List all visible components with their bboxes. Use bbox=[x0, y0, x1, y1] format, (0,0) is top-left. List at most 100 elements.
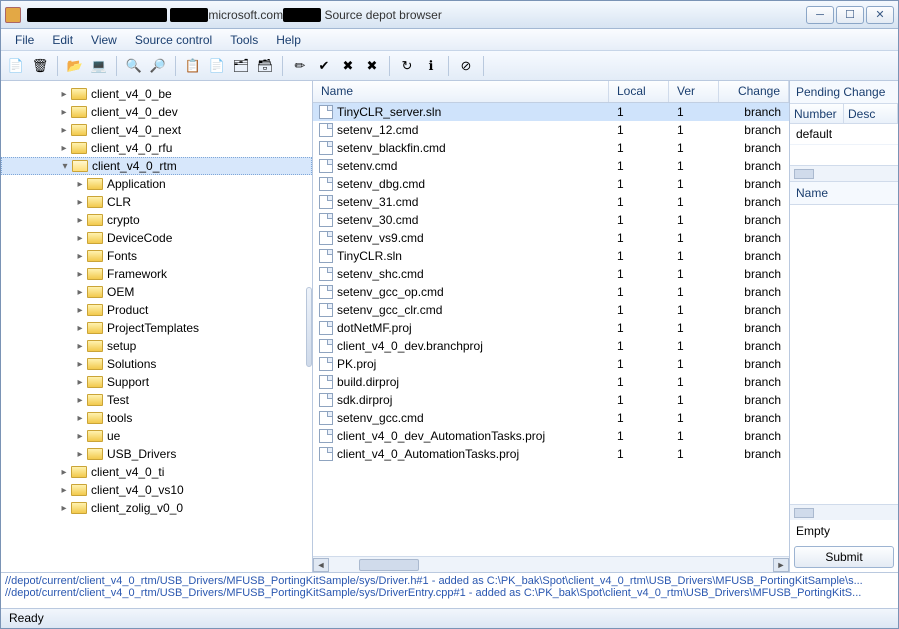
expand-icon[interactable]: ▸ bbox=[73, 395, 87, 406]
file-row[interactable]: client_v4_0_dev.branchproj11branch bbox=[313, 337, 789, 355]
file-row[interactable]: setenv_31.cmd11branch bbox=[313, 193, 789, 211]
expand-icon[interactable]: ▸ bbox=[73, 305, 87, 316]
file-row[interactable]: build.dirproj11branch bbox=[313, 373, 789, 391]
expand-icon[interactable]: ▾ bbox=[58, 161, 72, 172]
h-scrollbar[interactable]: ◄ ► bbox=[313, 556, 789, 572]
expand-icon[interactable]: ▸ bbox=[57, 485, 71, 496]
file-row[interactable]: setenv_blackfin.cmd11branch bbox=[313, 139, 789, 157]
expand-icon[interactable]: ▸ bbox=[57, 89, 71, 100]
col-name[interactable]: Name bbox=[313, 81, 609, 102]
tree-item-fonts[interactable]: ▸Fonts bbox=[1, 247, 312, 265]
tree-item-client_v4_0_ti[interactable]: ▸client_v4_0_ti bbox=[1, 463, 312, 481]
pending-hscroll[interactable] bbox=[790, 165, 898, 181]
pending-row[interactable]: default bbox=[790, 124, 898, 145]
expand-icon[interactable]: ▸ bbox=[57, 107, 71, 118]
expand-icon[interactable]: ▸ bbox=[73, 323, 87, 334]
expand-icon[interactable]: ▸ bbox=[57, 125, 71, 136]
toolbar-btn-12[interactable]: ✖ bbox=[337, 55, 359, 77]
file-row[interactable]: setenv_shc.cmd11branch bbox=[313, 265, 789, 283]
file-row[interactable]: setenv_dbg.cmd11branch bbox=[313, 175, 789, 193]
tree-item-clr[interactable]: ▸CLR bbox=[1, 193, 312, 211]
menu-tools[interactable]: Tools bbox=[222, 31, 266, 49]
toolbar-btn-2[interactable]: 📂 bbox=[64, 55, 86, 77]
file-row[interactable]: client_v4_0_dev_AutomationTasks.proj11br… bbox=[313, 427, 789, 445]
file-row[interactable]: setenv.cmd11branch bbox=[313, 157, 789, 175]
file-row[interactable]: setenv_gcc.cmd11branch bbox=[313, 409, 789, 427]
expand-icon[interactable]: ▸ bbox=[73, 233, 87, 244]
scroll-thumb[interactable] bbox=[359, 559, 419, 571]
expand-icon[interactable]: ▸ bbox=[73, 287, 87, 298]
tree-item-support[interactable]: ▸Support bbox=[1, 373, 312, 391]
expand-icon[interactable]: ▸ bbox=[73, 341, 87, 352]
tree-item-devicecode[interactable]: ▸DeviceCode bbox=[1, 229, 312, 247]
toolbar-btn-13[interactable]: ✖ bbox=[361, 55, 383, 77]
tree-item-test[interactable]: ▸Test bbox=[1, 391, 312, 409]
toolbar-btn-11[interactable]: ✔ bbox=[313, 55, 335, 77]
toolbar-btn-16[interactable]: ⊘ bbox=[455, 55, 477, 77]
tree-item-client_v4_0_be[interactable]: ▸client_v4_0_be bbox=[1, 85, 312, 103]
tree-item-crypto[interactable]: ▸crypto bbox=[1, 211, 312, 229]
toolbar-btn-7[interactable]: 📄 bbox=[206, 55, 228, 77]
names-hscroll[interactable] bbox=[790, 504, 898, 520]
expand-icon[interactable]: ▸ bbox=[73, 179, 87, 190]
menu-help[interactable]: Help bbox=[268, 31, 309, 49]
toolbar-btn-4[interactable]: 🔍 bbox=[123, 55, 145, 77]
expand-icon[interactable]: ▸ bbox=[73, 251, 87, 262]
file-row[interactable]: PK.proj11branch bbox=[313, 355, 789, 373]
splitter-grip[interactable] bbox=[306, 287, 312, 367]
tree-item-ue[interactable]: ▸ue bbox=[1, 427, 312, 445]
file-row[interactable]: sdk.dirproj11branch bbox=[313, 391, 789, 409]
file-list-body[interactable]: TinyCLR_server.sln11branchsetenv_12.cmd1… bbox=[313, 103, 789, 556]
col-ver[interactable]: Ver bbox=[669, 81, 719, 102]
file-row[interactable]: TinyCLR.sln11branch bbox=[313, 247, 789, 265]
log-line[interactable]: //depot/current/client_v4_0_rtm/USB_Driv… bbox=[5, 575, 894, 587]
file-row[interactable]: setenv_gcc_op.cmd11branch bbox=[313, 283, 789, 301]
expand-icon[interactable]: ▸ bbox=[73, 449, 87, 460]
menu-view[interactable]: View bbox=[83, 31, 125, 49]
close-button[interactable]: ✕ bbox=[866, 6, 894, 24]
tree-item-client_zolig_v0_0[interactable]: ▸client_zolig_v0_0 bbox=[1, 499, 312, 517]
col-change[interactable]: Change bbox=[719, 81, 789, 102]
tree-item-client_v4_0_next[interactable]: ▸client_v4_0_next bbox=[1, 121, 312, 139]
menu-edit[interactable]: Edit bbox=[44, 31, 81, 49]
toolbar-btn-9[interactable]: 🗃 bbox=[254, 55, 276, 77]
col-desc[interactable]: Desc bbox=[844, 104, 898, 123]
expand-icon[interactable]: ▸ bbox=[73, 359, 87, 370]
tree-item-solutions[interactable]: ▸Solutions bbox=[1, 355, 312, 373]
expand-icon[interactable]: ▸ bbox=[73, 215, 87, 226]
tree-item-framework[interactable]: ▸Framework bbox=[1, 265, 312, 283]
expand-icon[interactable]: ▸ bbox=[57, 503, 71, 514]
tree-item-tools[interactable]: ▸tools bbox=[1, 409, 312, 427]
col-number[interactable]: Number bbox=[790, 104, 844, 123]
toolbar-btn-0[interactable]: 📄 bbox=[5, 55, 27, 77]
tree-item-application[interactable]: ▸Application bbox=[1, 175, 312, 193]
names-list[interactable] bbox=[790, 205, 898, 504]
expand-icon[interactable]: ▸ bbox=[73, 377, 87, 388]
tree-item-projecttemplates[interactable]: ▸ProjectTemplates bbox=[1, 319, 312, 337]
col-local[interactable]: Local bbox=[609, 81, 669, 102]
tree-item-client_v4_0_vs10[interactable]: ▸client_v4_0_vs10 bbox=[1, 481, 312, 499]
tree-item-product[interactable]: ▸Product bbox=[1, 301, 312, 319]
menu-file[interactable]: File bbox=[7, 31, 42, 49]
file-row[interactable]: setenv_vs9.cmd11branch bbox=[313, 229, 789, 247]
tree-pane[interactable]: ▸client_v4_0_be▸client_v4_0_dev▸client_v… bbox=[1, 81, 313, 572]
expand-icon[interactable]: ▸ bbox=[73, 431, 87, 442]
submit-button[interactable]: Submit bbox=[794, 546, 894, 568]
expand-icon[interactable]: ▸ bbox=[57, 467, 71, 478]
toolbar-btn-1[interactable]: 🗑 bbox=[29, 55, 51, 77]
toolbar-btn-8[interactable]: 🗂 bbox=[230, 55, 252, 77]
expand-icon[interactable]: ▸ bbox=[57, 143, 71, 154]
toolbar-btn-5[interactable]: 🔎 bbox=[147, 55, 169, 77]
maximize-button[interactable]: ☐ bbox=[836, 6, 864, 24]
tree-item-setup[interactable]: ▸setup bbox=[1, 337, 312, 355]
file-row[interactable]: dotNetMF.proj11branch bbox=[313, 319, 789, 337]
toolbar-btn-15[interactable]: ℹ bbox=[420, 55, 442, 77]
toolbar-btn-3[interactable]: 💻 bbox=[88, 55, 110, 77]
scroll-left-icon[interactable]: ◄ bbox=[313, 558, 329, 572]
file-row[interactable]: setenv_gcc_clr.cmd11branch bbox=[313, 301, 789, 319]
scroll-right-icon[interactable]: ► bbox=[773, 558, 789, 572]
menu-source-control[interactable]: Source control bbox=[127, 31, 220, 49]
tree-item-client_v4_0_dev[interactable]: ▸client_v4_0_dev bbox=[1, 103, 312, 121]
minimize-button[interactable]: ─ bbox=[806, 6, 834, 24]
toolbar-btn-10[interactable]: ✏ bbox=[289, 55, 311, 77]
